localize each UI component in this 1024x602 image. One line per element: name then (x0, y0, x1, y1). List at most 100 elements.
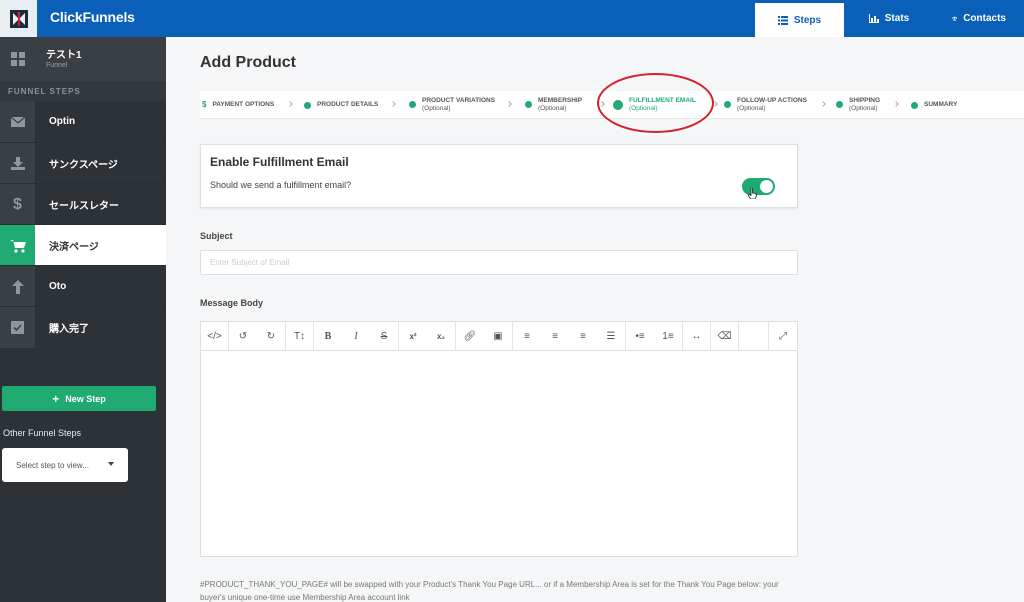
logo-icon[interactable] (0, 0, 37, 37)
nav-tab-stats[interactable]: Stats (844, 0, 934, 37)
sidebar-step-checkout[interactable]: 決済ページ (0, 224, 166, 266)
code-view-icon[interactable]: </> (201, 322, 229, 350)
sidebar-step-thanks[interactable]: サンクスページ (0, 142, 166, 184)
users-icon (952, 16, 957, 21)
wizard-step-label: SHIPPING (849, 97, 881, 104)
cubes-icon (409, 101, 416, 108)
select-value: Select step to view... (16, 460, 89, 470)
italic-icon[interactable]: I (342, 322, 370, 350)
sidebar-step-salesletter[interactable]: $ セールスレター (0, 183, 166, 225)
horizontal-rule-icon[interactable]: ↔ (683, 322, 711, 350)
wizard-step-label: SUMMARY (924, 101, 958, 108)
page-title: Add Product (200, 54, 296, 71)
nav-tab-contacts[interactable]: Contacts (934, 0, 1024, 37)
subject-label: Subject (200, 231, 233, 241)
wizard-step-optional: (Optional) (538, 105, 567, 112)
wizard-step-label: PRODUCT DETAILS (317, 101, 379, 108)
chevron-right-icon (820, 101, 826, 107)
clear-format-icon[interactable]: ⌫ (711, 322, 739, 350)
users-icon (525, 101, 532, 108)
sidebar-step-complete[interactable]: 購入完了 (0, 306, 166, 348)
numbered-list-icon[interactable]: 1≡ (654, 322, 682, 350)
wizard-step-membership[interactable]: MEMBERSHIP (Optional) (525, 97, 582, 113)
fulfillment-email-card: Enable Fulfillment Email Should we send … (200, 144, 798, 208)
align-right-icon[interactable]: ≡ (569, 322, 597, 350)
bold-icon[interactable]: B (314, 322, 342, 350)
main-content: Add Product $ PAYMENT OPTIONS PRODUCT DE… (166, 37, 1024, 602)
plus-icon: + (52, 391, 60, 406)
fulfillment-email-toggle[interactable] (742, 178, 775, 195)
chevron-right-icon (893, 101, 899, 107)
wizard-step-product-details[interactable]: PRODUCT DETAILS (304, 101, 378, 109)
history-group: ↺ ↻ (229, 322, 286, 350)
fullscreen-icon[interactable]: ⤢ (769, 322, 797, 350)
align-left-icon[interactable]: ≡ (513, 322, 541, 350)
nav-tab-steps[interactable]: Steps (755, 3, 844, 37)
subject-placeholder: Enter Subject of Email (210, 258, 290, 267)
funnel-steps-heading: FUNNEL STEPS (0, 81, 166, 101)
bar-chart-icon (868, 14, 879, 23)
funnel-header[interactable]: テスト1 Funnel (0, 37, 166, 81)
sidebar-step-oto[interactable]: Oto (0, 265, 166, 307)
redo-icon[interactable]: ↻ (257, 322, 285, 350)
step-label: Optin (49, 116, 76, 127)
step-label: サンクスページ (49, 159, 118, 171)
align-justify-icon[interactable]: ☰ (597, 322, 625, 350)
subscript-icon[interactable]: x₂ (427, 322, 455, 350)
puzzle-icon (724, 101, 731, 108)
wizard-step-summary[interactable]: SUMMARY (911, 101, 957, 109)
undo-icon[interactable]: ↺ (229, 322, 257, 350)
nav-tab-label: Contacts (963, 13, 1006, 24)
dollar-icon: $ (202, 100, 207, 109)
grid-icon (0, 37, 35, 81)
funnel-title: テスト1 (46, 50, 82, 61)
info-icon (911, 102, 918, 109)
hand-cursor-icon (748, 188, 757, 199)
align-center-icon[interactable]: ≡ (541, 322, 569, 350)
card-question: Should we send a fulfillment email? (210, 180, 352, 190)
message-body-editor[interactable]: </> ↺ ↻ T↕ B I S x² x₂ 🔗︎ ▣ ≡ ≡ ≡ ☰ •≡ 1… (200, 321, 798, 557)
dollar-icon: $ (0, 184, 35, 225)
image-icon[interactable]: ▣ (484, 322, 512, 350)
top-nav: Steps Stats Contacts (755, 0, 1024, 37)
wizard-step-shipping[interactable]: SHIPPING (Optional) (836, 97, 880, 113)
wizard-step-text: PRODUCT VARIATIONS (Optional) (422, 97, 495, 113)
download-icon (0, 143, 35, 184)
wizard-step-label: FOLLOW-UP ACTIONS (737, 97, 807, 104)
wizard-step-optional: (Optional) (422, 105, 451, 112)
wizard-step-product-variations[interactable]: PRODUCT VARIATIONS (Optional) (409, 97, 495, 113)
step-label: セールスレター (49, 200, 119, 212)
new-step-button[interactable]: + New Step (2, 386, 156, 411)
font-size-icon[interactable]: T↕ (286, 322, 314, 350)
step-label: 決済ページ (49, 241, 99, 253)
top-bar: ClickFunnels Steps Stats Contacts (0, 0, 1024, 37)
wizard-step-text: FOLLOW-UP ACTIONS (Optional) (737, 97, 807, 113)
chevron-right-icon (287, 101, 293, 107)
toolbar-spacer (739, 322, 769, 350)
message-body-label: Message Body (200, 298, 264, 308)
new-step-label: New Step (65, 393, 106, 404)
subject-input[interactable]: Enter Subject of Email (200, 250, 798, 275)
nav-tab-label: Stats (884, 13, 910, 24)
arrow-up-icon (0, 266, 35, 307)
wizard-step-text: MEMBERSHIP (Optional) (538, 97, 582, 113)
sidebar-step-optin[interactable]: Optin (0, 101, 166, 142)
step-label: Oto (49, 280, 67, 292)
link-icon[interactable]: 🔗︎ (456, 322, 484, 350)
other-step-select[interactable]: Select step to view... (2, 448, 128, 482)
strikethrough-icon[interactable]: S (370, 322, 398, 350)
superscript-icon[interactable]: x² (399, 322, 427, 350)
envelope-icon (0, 101, 35, 142)
cart-icon (0, 225, 35, 266)
list-icon (777, 15, 788, 25)
wizard-step-payment-options[interactable]: $ PAYMENT OPTIONS (202, 101, 274, 109)
wizard-step-follow-up-actions[interactable]: FOLLOW-UP ACTIONS (Optional) (724, 97, 807, 113)
brand-name[interactable]: ClickFunnels (50, 9, 135, 25)
caret-down-icon (108, 462, 114, 466)
wizard-step-optional: (Optional) (849, 105, 878, 112)
format-group: B I S (314, 322, 399, 350)
funnel-subtitle: Funnel (46, 62, 68, 69)
checkbox-icon (0, 307, 35, 348)
truck-icon (836, 101, 843, 108)
bullet-list-icon[interactable]: •≡ (626, 322, 654, 350)
